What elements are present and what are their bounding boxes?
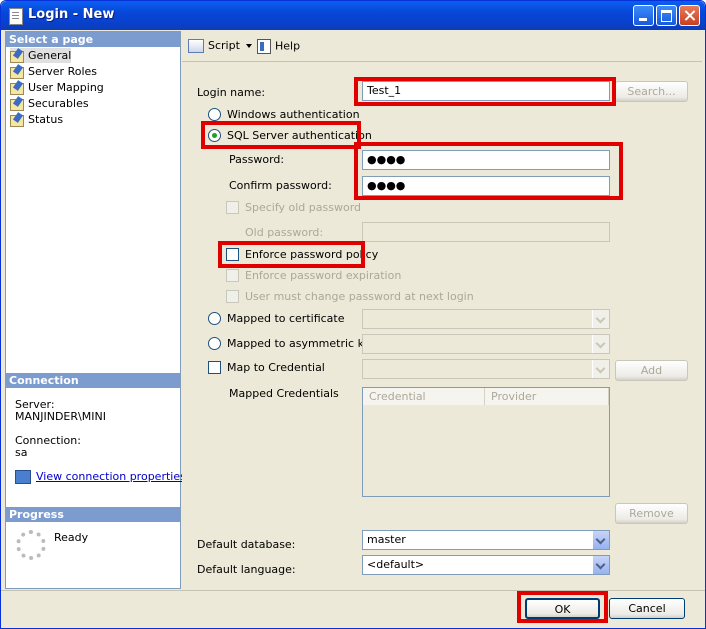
map-to-credential-label[interactable]: Map to Credential [227, 361, 325, 374]
login-name-label: Login name: [197, 86, 266, 99]
toolbar: Script Help [182, 31, 702, 59]
default-database-combo[interactable]: master [362, 530, 610, 550]
enforce-password-expiration-checkbox[interactable] [226, 269, 239, 282]
title-bar[interactable]: Login - New [1, 1, 705, 30]
ok-button[interactable]: OK [525, 598, 600, 619]
page-item-label: User Mapping [28, 81, 104, 94]
old-password-input[interactable] [362, 222, 610, 242]
page-item-server-roles[interactable]: Server Roles [10, 64, 97, 79]
default-language-combo[interactable]: <default> [362, 555, 610, 575]
chevron-down-icon[interactable] [592, 360, 609, 378]
password-input[interactable]: ●●●● [362, 150, 610, 170]
connection-icon [15, 470, 31, 484]
sql-auth-label[interactable]: SQL Server authentication [227, 129, 372, 142]
progress-spinner-icon [16, 530, 46, 560]
mapped-to-asymmetric-key-label[interactable]: Mapped to asymmetric key [227, 337, 377, 350]
script-label: Script [208, 39, 240, 52]
script-icon [188, 39, 204, 53]
default-database-label: Default database: [197, 538, 296, 551]
help-label: Help [275, 39, 301, 53]
mapped-to-certificate-label[interactable]: Mapped to certificate [227, 312, 345, 325]
default-language-value: <default> [367, 558, 425, 571]
page-icon [10, 114, 24, 127]
server-value: MANJINDER\MINI [15, 410, 106, 423]
asymmetric-key-combo[interactable] [362, 334, 610, 354]
page-item-label: General [28, 49, 72, 62]
page-icon [10, 98, 24, 111]
dialog-button-bar: OK Cancel [1, 590, 705, 628]
chevron-down-icon[interactable] [592, 556, 609, 574]
script-button[interactable]: Script [188, 39, 252, 53]
certificate-combo[interactable] [362, 309, 610, 329]
view-connection-properties[interactable]: View connection properties [15, 470, 186, 484]
remove-credential-button[interactable]: Remove [615, 503, 688, 524]
default-language-label: Default language: [197, 563, 296, 576]
select-page-header: Select a page [6, 32, 180, 47]
password-label: Password: [229, 153, 285, 166]
page-item-general[interactable]: General [10, 48, 72, 63]
windows-auth-radio[interactable] [208, 108, 221, 121]
mapped-credentials-label: Mapped Credentials [229, 387, 339, 400]
page-icon [10, 66, 24, 79]
cancel-button[interactable]: Cancel [609, 598, 685, 619]
help-button[interactable]: Help [257, 39, 300, 54]
connection-value: sa [15, 446, 28, 459]
maximize-button[interactable] [656, 5, 677, 26]
help-icon [257, 39, 271, 54]
add-credential-button[interactable]: Add [615, 360, 688, 381]
window-title: Login - New [28, 7, 115, 22]
specify-old-password-label[interactable]: Specify old password [245, 201, 361, 214]
confirm-password-label: Confirm password: [229, 179, 332, 192]
mapped-to-asymmetric-key-radio[interactable] [208, 337, 221, 350]
mapped-to-certificate-radio[interactable] [208, 312, 221, 325]
page-item-label: Server Roles [28, 65, 98, 78]
grid-header-credential[interactable]: Credential [363, 388, 485, 405]
search-button[interactable]: Search... [615, 81, 688, 102]
default-database-value: master [367, 533, 406, 546]
enforce-password-policy-checkbox[interactable] [226, 248, 239, 261]
specify-old-password-checkbox[interactable] [226, 201, 239, 214]
page-item-user-mapping[interactable]: User Mapping [10, 80, 104, 95]
mapped-credentials-grid[interactable]: Credential Provider [362, 387, 610, 497]
general-page-content: Login name: Test_1 Search... Windows aut… [182, 61, 702, 589]
chevron-down-icon[interactable] [592, 310, 609, 328]
confirm-password-input[interactable]: ●●●● [362, 176, 610, 196]
right-pane: Script Help Login name: Test_1 Search...… [182, 31, 702, 589]
credential-combo[interactable] [362, 359, 610, 379]
connection-header: Connection [6, 373, 180, 388]
progress-status: Ready [54, 531, 89, 544]
chevron-down-icon[interactable] [592, 531, 609, 549]
must-change-password-label[interactable]: User must change password at next login [245, 290, 474, 303]
close-button[interactable] [679, 5, 700, 26]
chevron-down-icon[interactable] [592, 335, 609, 353]
page-icon [10, 82, 24, 95]
page-item-status[interactable]: Status [10, 112, 63, 127]
old-password-label: Old password: [245, 226, 324, 239]
login-new-window: Login - New Select a page General Server… [0, 0, 706, 629]
page-item-label: Status [28, 113, 64, 126]
windows-auth-label[interactable]: Windows authentication [227, 108, 360, 121]
grid-header-provider[interactable]: Provider [485, 388, 609, 405]
page-icon [10, 50, 24, 63]
page-item-label: Securables [28, 97, 89, 110]
enforce-password-expiration-label[interactable]: Enforce password expiration [245, 269, 401, 282]
page-item-securables[interactable]: Securables [10, 96, 89, 111]
login-name-input[interactable]: Test_1 [362, 81, 610, 101]
map-to-credential-checkbox[interactable] [208, 361, 221, 374]
must-change-password-checkbox[interactable] [226, 290, 239, 303]
script-dropdown-arrow-icon[interactable] [245, 44, 252, 48]
window-document-icon [9, 8, 23, 25]
progress-header: Progress [6, 507, 180, 522]
minimize-button[interactable] [633, 5, 654, 26]
enforce-password-policy-label[interactable]: Enforce password policy [245, 248, 378, 261]
left-pane: Select a page General Server Roles User … [5, 31, 186, 589]
sql-auth-radio[interactable] [208, 129, 221, 142]
view-connection-link[interactable]: View connection properties [36, 470, 186, 483]
